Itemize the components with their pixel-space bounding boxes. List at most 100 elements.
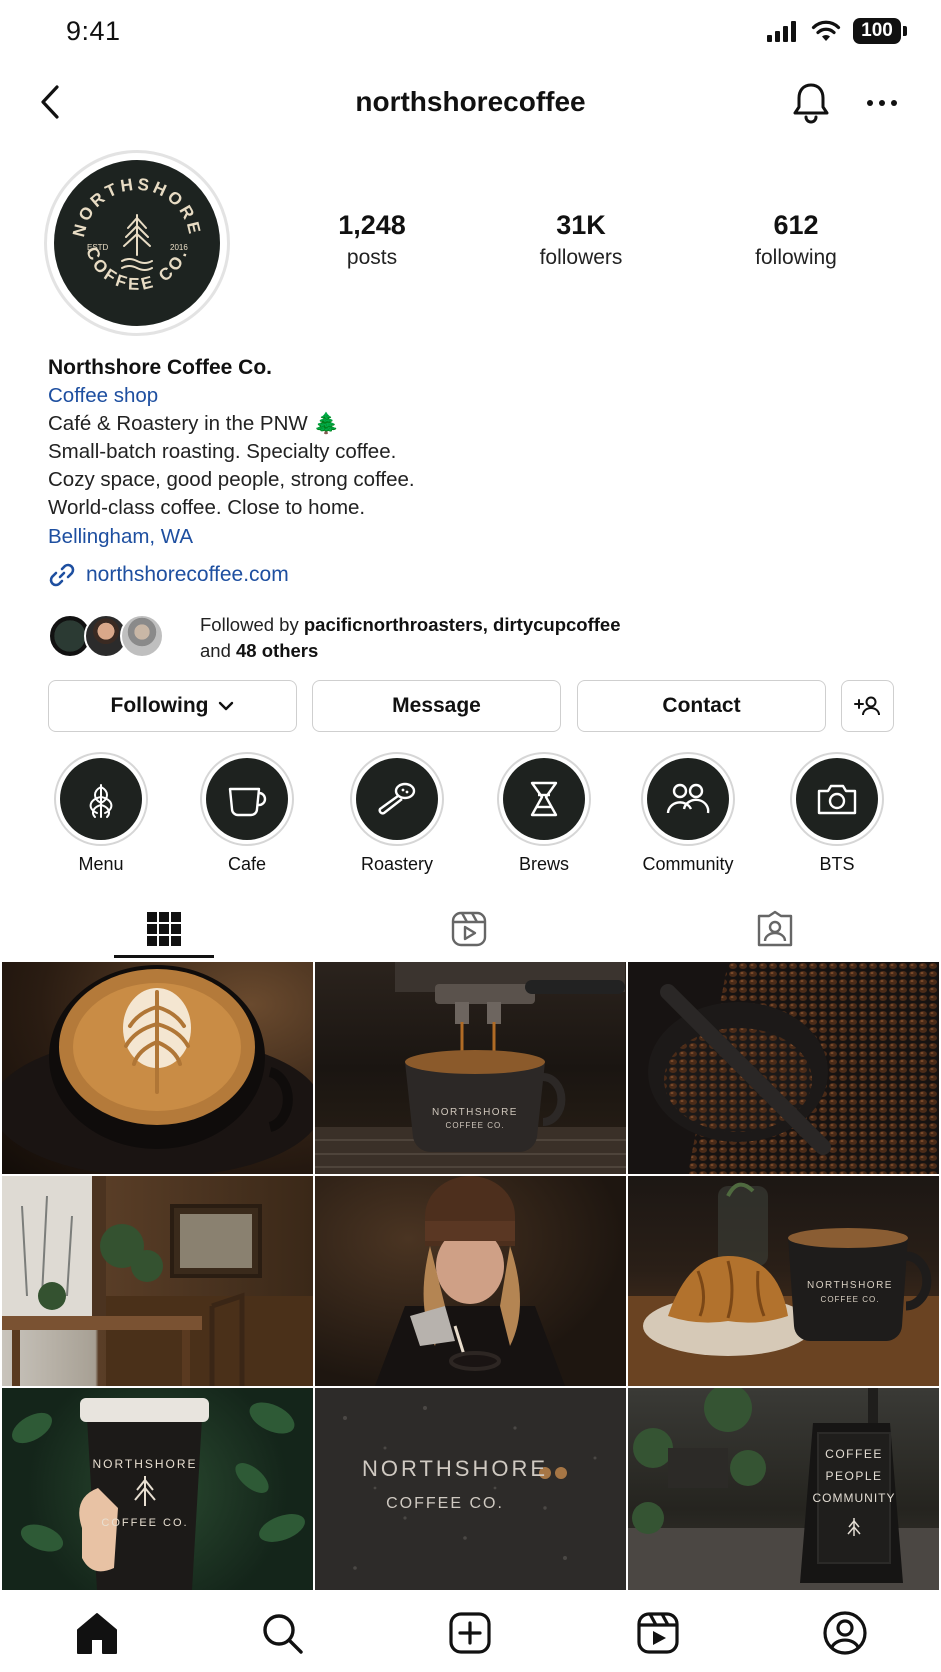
tab-reels[interactable]: [419, 898, 519, 960]
highlight-label: Cafe: [227, 854, 267, 874]
home-icon: [77, 1613, 117, 1654]
highlight-cafe[interactable]: Cafe: [191, 752, 303, 875]
chemex-icon: [530, 781, 558, 817]
profile-tabs: [0, 898, 941, 960]
bio-line: Small-batch roasting. Specialty coffee.: [48, 440, 397, 463]
posts-grid: NORTHSHORE COFFEE CO. NORTHSHORE COFFEE …: [2, 962, 939, 1590]
svg-text:COFFEE CO.: COFFEE CO.: [386, 1495, 504, 1512]
highlight-label: Menu: [78, 854, 124, 874]
svg-text:COFFEE CO.: COFFEE CO.: [446, 1121, 505, 1130]
svg-text:NORTHSHORE: NORTHSHORE: [432, 1107, 518, 1118]
stat-label: following: [755, 246, 837, 269]
followed-by-text: Followed by pacificnorthroasters, dirtyc…: [200, 612, 621, 664]
highlight-community[interactable]: Community: [632, 752, 744, 875]
profile-header: northshorecoffee: [0, 66, 941, 140]
stat-posts[interactable]: 1,248 posts: [282, 210, 462, 270]
stat-value: 1,248: [338, 210, 406, 240]
message-button[interactable]: Message: [312, 680, 561, 732]
nav-home[interactable]: [70, 1608, 124, 1658]
followed-avatars: [48, 614, 168, 658]
highlight-label: BTS: [819, 854, 855, 874]
chevron-down-icon: [219, 701, 234, 711]
story-highlights: Menu Cafe Roastery Brews Community BTS: [0, 752, 941, 882]
bell-icon: [793, 83, 829, 124]
profile-category[interactable]: Coffee shop: [48, 382, 748, 410]
camera-icon: [817, 784, 857, 815]
nav-reels[interactable]: [631, 1608, 685, 1658]
stat-value: 31K: [556, 210, 606, 240]
latte-art-icon: [89, 784, 113, 818]
avatar-logo: NORTHSHORE COFFEE CO. ESTD 2016: [54, 160, 220, 326]
notifications-button[interactable]: [790, 80, 832, 124]
svg-text:NORTHSHORE: NORTHSHORE: [807, 1280, 893, 1291]
svg-text:COFFEE: COFFEE: [825, 1447, 883, 1461]
svg-text:PEOPLE: PEOPLE: [825, 1469, 882, 1483]
svg-text:NORTHSHORE: NORTHSHORE: [362, 1456, 548, 1481]
stat-followers[interactable]: 31K followers: [491, 210, 671, 270]
profile-location[interactable]: Bellingham, WA: [48, 523, 748, 551]
tab-posts-grid[interactable]: [114, 898, 214, 960]
wifi-icon: [811, 20, 841, 41]
svg-text:2016: 2016: [170, 243, 188, 252]
active-tab-indicator: [114, 955, 214, 958]
nav-profile[interactable]: [818, 1608, 872, 1658]
stat-following[interactable]: 612 following: [706, 210, 886, 270]
svg-text:COMMUNITY: COMMUNITY: [813, 1491, 896, 1505]
post-sidewalk-sign[interactable]: COFFEE PEOPLE COMMUNITY: [628, 1388, 939, 1590]
bottom-navigation: [0, 1594, 941, 1672]
tagged-icon: [757, 910, 793, 947]
status-time: 9:41: [66, 16, 121, 46]
highlight-label: Community: [642, 854, 734, 874]
highlight-roastery[interactable]: Roastery: [341, 752, 453, 875]
stat-label: followers: [539, 246, 623, 269]
more-horizontal-icon: [867, 100, 897, 106]
bio-line: Café & Roastery in the PNW 🌲: [48, 412, 339, 435]
bio-line: Cozy space, good people, strong coffee.: [48, 468, 415, 491]
add-person-icon: [853, 696, 880, 716]
profile-bio: Northshore Coffee Co. Coffee shop Café &…: [48, 354, 748, 589]
post-rainy-window[interactable]: NORTHSHORE COFFEE CO.: [315, 1388, 626, 1590]
profile-display-name: Northshore Coffee Co.: [48, 356, 273, 379]
post-espresso-pour[interactable]: NORTHSHORE COFFEE CO.: [315, 962, 626, 1174]
svg-text:COFFEE CO.: COFFEE CO.: [821, 1295, 880, 1304]
svg-text:NORTHSHORE: NORTHSHORE: [92, 1457, 197, 1471]
roaster-scoop-icon: [378, 782, 416, 815]
bio-line: World-class coffee. Close to home.: [48, 496, 366, 519]
highlight-label: Brews: [518, 854, 569, 874]
contact-button[interactable]: Contact: [577, 680, 826, 732]
followed-and: and: [200, 640, 231, 661]
nav-search[interactable]: [255, 1608, 309, 1658]
followed-by[interactable]: Followed by pacificnorthroasters, dirtyc…: [48, 612, 808, 661]
highlight-bts[interactable]: BTS: [781, 752, 893, 875]
highlight-menu[interactable]: Menu: [45, 752, 157, 875]
svg-text:ESTD: ESTD: [87, 243, 109, 252]
following-button[interactable]: Following: [48, 680, 297, 732]
signal-icon: [767, 21, 796, 42]
post-barista-pouring[interactable]: [315, 1176, 626, 1386]
post-coffee-beans[interactable]: [628, 962, 939, 1174]
people-icon: [666, 783, 710, 814]
followed-others[interactable]: 48 others: [236, 640, 318, 661]
profile-website-link[interactable]: northshorecoffee.com: [48, 561, 748, 589]
nav-create[interactable]: [443, 1608, 497, 1658]
create-icon: [449, 1612, 491, 1654]
profile-avatar[interactable]: NORTHSHORE COFFEE CO. ESTD 2016: [44, 150, 230, 336]
highlight-label: Roastery: [360, 854, 434, 874]
followed-prefix: Followed by: [200, 614, 299, 635]
website-text[interactable]: northshorecoffee.com: [86, 561, 289, 589]
post-latte-art[interactable]: [2, 962, 313, 1174]
post-cafe-interior[interactable]: [2, 1176, 313, 1386]
link-icon: [49, 563, 75, 587]
battery-icon: 100: [853, 18, 907, 44]
followed-users[interactable]: pacificnorthroasters, dirtycupcoffee: [304, 614, 621, 635]
tab-tagged[interactable]: [725, 898, 825, 960]
reels-icon: [451, 911, 487, 947]
post-to-go-cup[interactable]: NORTHSHORE COFFEE CO.: [2, 1388, 313, 1590]
profile-icon: [823, 1611, 867, 1655]
stat-label: posts: [346, 246, 398, 269]
more-options-button[interactable]: [864, 88, 900, 118]
suggest-people-button[interactable]: [841, 680, 894, 732]
highlight-brews[interactable]: Brews: [488, 752, 600, 875]
reels-icon: [637, 1612, 679, 1654]
post-croissant-mug[interactable]: NORTHSHORE COFFEE CO.: [628, 1176, 939, 1386]
